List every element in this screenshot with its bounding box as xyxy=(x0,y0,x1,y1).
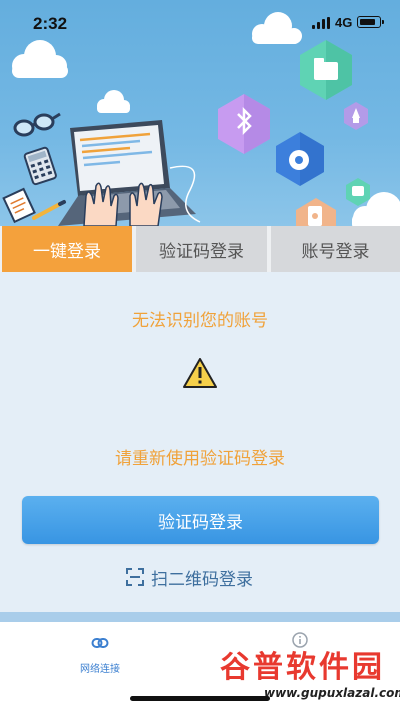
code-login-button[interactable]: 验证码登录 xyxy=(22,496,379,544)
battery-icon xyxy=(357,16,384,28)
rocket-hex-icon xyxy=(344,102,368,130)
login-tabs: 一键登录 验证码登录 账号登录 xyxy=(0,226,400,272)
pencil-icon xyxy=(32,200,66,220)
nav-network-label: 网络连接 xyxy=(80,664,120,675)
status-bar: 2:32 4G xyxy=(0,0,400,48)
hint-message: 请重新使用验证码登录 xyxy=(115,449,285,469)
nav-network-connection[interactable]: 网络连接 xyxy=(40,622,160,692)
tab-one-click-login[interactable]: 一键登录 xyxy=(2,226,132,272)
tab-label: 一键登录 xyxy=(33,241,101,262)
folder-hex-icon xyxy=(300,40,352,100)
scan-icon xyxy=(126,568,144,586)
scan-qr-login-link[interactable]: 扫二维码登录 xyxy=(125,563,253,591)
calculator-icon xyxy=(23,146,57,186)
tab-label: 验证码登录 xyxy=(159,241,244,262)
error-message: 无法识别您的账号 xyxy=(132,311,268,331)
cloud-small-icon xyxy=(97,90,130,113)
watermark-url: www.gupuxlazal.com xyxy=(264,686,400,700)
android-hex-icon xyxy=(346,178,370,206)
tab-label: 账号登录 xyxy=(301,241,370,262)
glasses-icon xyxy=(13,112,61,137)
status-time: 2:32 xyxy=(33,14,68,33)
watermark-title: 谷普软件园 xyxy=(220,650,385,685)
tab-code-login[interactable]: 验证码登录 xyxy=(136,226,267,272)
network-type: 4G xyxy=(335,15,353,30)
link-icon xyxy=(91,638,109,648)
notepad-icon xyxy=(2,187,36,224)
divider-band xyxy=(0,612,400,622)
laptop-icon xyxy=(58,120,201,226)
scan-qr-login-label: 扫二维码登录 xyxy=(151,569,253,590)
tab-account-login[interactable]: 账号登录 xyxy=(271,226,400,272)
warning-icon xyxy=(183,358,217,388)
code-login-button-label: 验证码登录 xyxy=(158,512,243,533)
mobile-hex-icon xyxy=(296,198,336,226)
disc-hex-icon xyxy=(276,132,324,186)
signal-icon xyxy=(312,17,330,29)
bluetooth-hex-icon xyxy=(218,94,270,154)
home-indicator xyxy=(130,696,270,701)
